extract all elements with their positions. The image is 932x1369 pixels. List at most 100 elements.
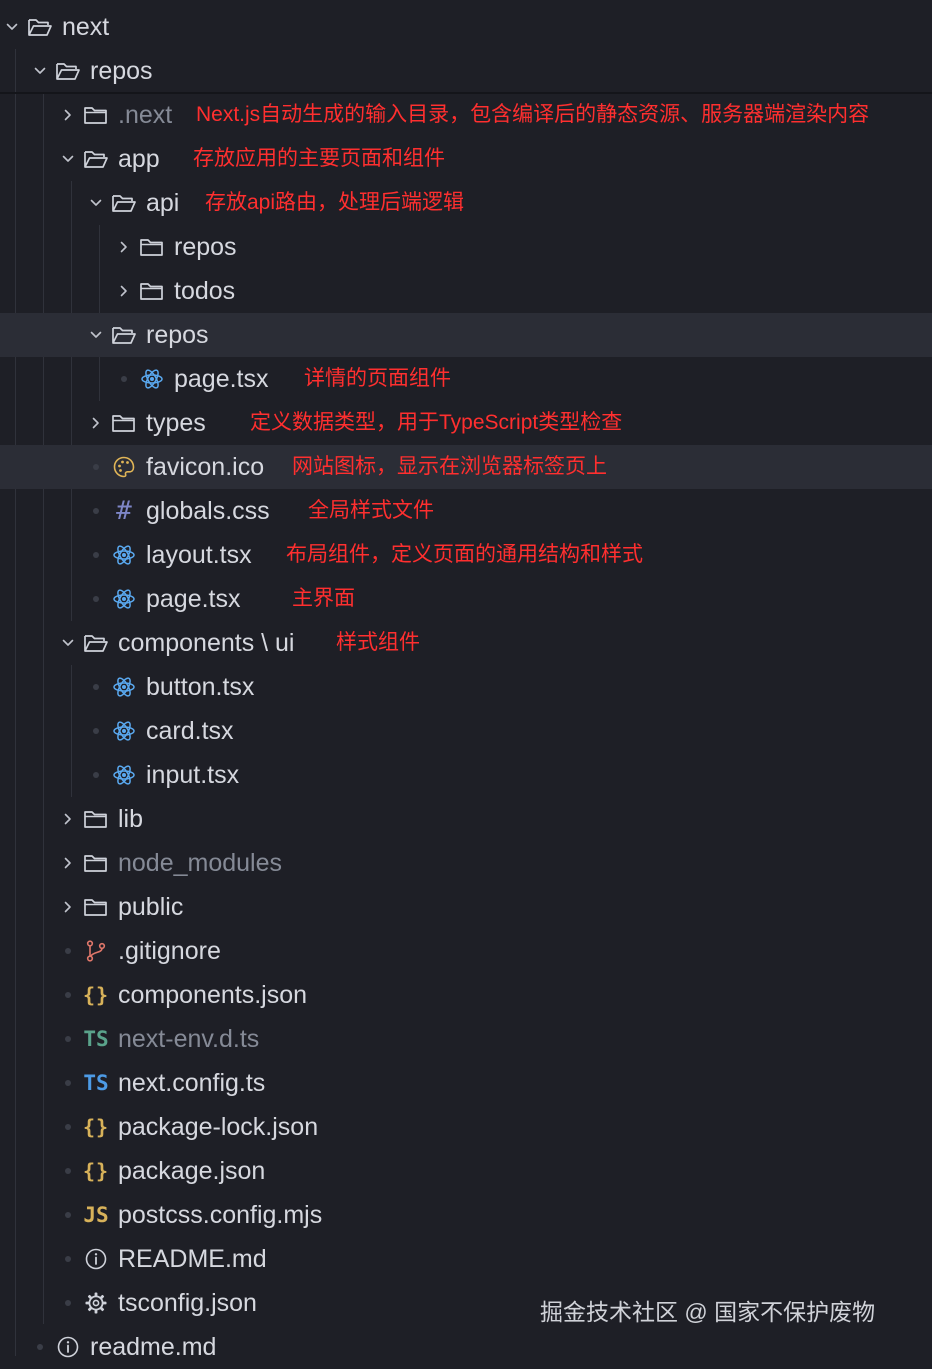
file-row[interactable]: TS next.config.ts <box>0 1061 932 1105</box>
folder-row[interactable]: lib <box>0 797 932 841</box>
tree-item-label: card.tsx <box>146 717 234 745</box>
tree-item-label: todos <box>174 277 236 305</box>
git-branch-icon <box>83 929 109 973</box>
tree-item-label: api <box>146 189 180 217</box>
folder-icon <box>139 269 165 313</box>
file-row[interactable]: favicon.ico 网站图标，显示在浏览器标签页上 <box>0 445 932 489</box>
hash-glyph: # <box>116 496 132 526</box>
tree-item-label: repos <box>90 57 153 85</box>
info-icon <box>83 1237 109 1281</box>
folder-row[interactable]: repos <box>0 225 932 269</box>
tree-item-label: page.tsx <box>146 585 241 613</box>
tree-dot <box>37 1344 43 1350</box>
file-row[interactable]: page.tsx 详情的页面组件 <box>0 357 932 401</box>
file-row[interactable]: page.tsx 主界面 <box>0 577 932 621</box>
tree-dot <box>65 992 71 998</box>
file-row[interactable]: {} package-lock.json <box>0 1105 932 1149</box>
tree-item-label: .gitignore <box>118 937 221 965</box>
chevron-down-icon[interactable] <box>60 621 76 665</box>
chevron-right-icon[interactable] <box>116 269 132 313</box>
json-icon: {} <box>83 1149 109 1193</box>
annotation-note: 网站图标，显示在浏览器标签页上 <box>292 455 607 478</box>
file-row[interactable]: .gitignore <box>0 929 932 973</box>
chevron-right-icon[interactable] <box>60 885 76 929</box>
folder-row[interactable]: public <box>0 885 932 929</box>
annotation-note: 定义数据类型，用于TypeScript类型检查 <box>250 411 623 434</box>
gear-icon <box>83 1281 109 1325</box>
tree-item-label: app <box>118 145 160 173</box>
folder-icon <box>83 797 109 841</box>
chevron-down-icon[interactable] <box>88 313 104 357</box>
folder-icon <box>111 401 137 445</box>
folder-row[interactable]: .next Next.js自动生成的输入目录，包含编译后的静态资源、服务器端渲染内… <box>0 93 932 137</box>
tree-dot <box>65 1124 71 1130</box>
chevron-down-icon[interactable] <box>4 5 20 49</box>
tree-item-label: components \ ui <box>118 629 295 657</box>
tree-dot <box>65 1036 71 1042</box>
folder-row[interactable]: todos <box>0 269 932 313</box>
tree-item-label: postcss.config.mjs <box>118 1201 323 1229</box>
sticky-header-divider <box>0 92 932 94</box>
tree-item-label: tsconfig.json <box>118 1289 257 1317</box>
tree-dot <box>65 1256 71 1262</box>
file-row[interactable]: {} components.json <box>0 973 932 1017</box>
chevron-right-icon[interactable] <box>116 225 132 269</box>
folder-row[interactable]: next <box>0 5 932 49</box>
file-row[interactable]: card.tsx <box>0 709 932 753</box>
file-row[interactable]: TS next-env.d.ts <box>0 1017 932 1061</box>
react-icon <box>111 665 137 709</box>
ts-glyph: TS <box>83 1071 109 1095</box>
tree-item-label: public <box>118 893 184 921</box>
chevron-right-icon[interactable] <box>60 841 76 885</box>
folder-row[interactable]: repos <box>0 313 932 357</box>
chevron-right-icon[interactable] <box>60 797 76 841</box>
file-row[interactable]: README.md <box>0 1237 932 1281</box>
folder-row[interactable]: types 定义数据类型，用于TypeScript类型检查 <box>0 401 932 445</box>
js-icon: JS <box>83 1193 109 1237</box>
folder-open-icon <box>55 49 81 93</box>
json-glyph: {} <box>82 1159 110 1183</box>
annotation-note: 存放api路由，处理后端逻辑 <box>205 191 465 214</box>
tree-item-label: node_modules <box>118 849 283 877</box>
annotation-note: 主界面 <box>292 587 355 610</box>
chevron-down-icon[interactable] <box>32 49 48 93</box>
annotation-note: 布局组件，定义页面的通用结构和样式 <box>286 543 643 566</box>
tree-dot <box>65 1300 71 1306</box>
file-row[interactable]: JS postcss.config.mjs <box>0 1193 932 1237</box>
file-row[interactable]: # globals.css 全局样式文件 <box>0 489 932 533</box>
tree-dot <box>65 1168 71 1174</box>
tree-dot <box>93 464 99 470</box>
tree-item-label: README.md <box>118 1245 267 1273</box>
folder-row[interactable]: components \ ui 样式组件 <box>0 621 932 665</box>
file-row[interactable]: {} package.json <box>0 1149 932 1193</box>
annotation-note: 样式组件 <box>336 631 420 654</box>
tree-item-label: package-lock.json <box>118 1113 319 1141</box>
folder-row[interactable]: api 存放api路由，处理后端逻辑 <box>0 181 932 225</box>
chevron-down-icon[interactable] <box>60 137 76 181</box>
folder-icon <box>83 93 109 137</box>
chevron-right-icon[interactable] <box>60 93 76 137</box>
watermark: 掘金技术社区 @ 国家不保护废物 <box>540 1299 876 1325</box>
tree-dot <box>65 1080 71 1086</box>
file-row[interactable]: layout.tsx 布局组件，定义页面的通用结构和样式 <box>0 533 932 577</box>
ts-glyph: TS <box>83 1027 109 1051</box>
folder-open-icon <box>111 181 137 225</box>
folder-row[interactable]: repos <box>0 49 932 93</box>
chevron-down-icon[interactable] <box>88 181 104 225</box>
palette-icon <box>111 445 137 489</box>
tree-dot <box>93 772 99 778</box>
folder-row[interactable]: node_modules <box>0 841 932 885</box>
tree-item-label: layout.tsx <box>146 541 252 569</box>
tree-dot <box>65 1212 71 1218</box>
file-row[interactable]: button.tsx <box>0 665 932 709</box>
chevron-right-icon[interactable] <box>88 401 104 445</box>
tree-dot <box>93 552 99 558</box>
file-row[interactable]: input.tsx <box>0 753 932 797</box>
folder-row[interactable]: app 存放应用的主要页面和组件 <box>0 137 932 181</box>
json-glyph: {} <box>82 1115 110 1139</box>
annotation-note: 存放应用的主要页面和组件 <box>193 147 445 170</box>
tree-item-label: input.tsx <box>146 761 240 789</box>
tree-dot <box>93 684 99 690</box>
folder-icon <box>83 841 109 885</box>
tree-dot <box>93 596 99 602</box>
